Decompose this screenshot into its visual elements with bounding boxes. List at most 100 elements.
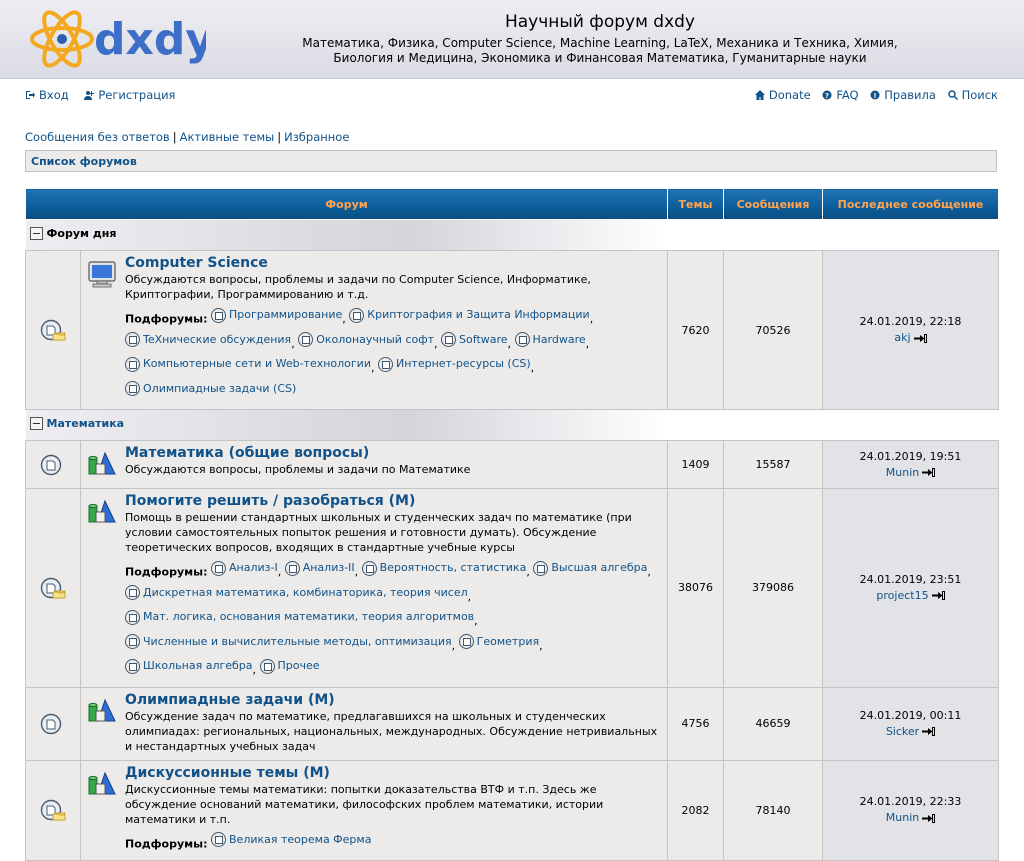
donate-link[interactable]: Donate bbox=[754, 88, 811, 102]
goto-last-post-icon[interactable] bbox=[931, 591, 945, 601]
topic-count: 4756 bbox=[667, 686, 724, 761]
category-title[interactable]: Форум дня bbox=[47, 227, 117, 240]
subforum-link[interactable]: Интернет-ресурсы (CS) bbox=[396, 354, 531, 374]
subforum-link[interactable]: Школьная алгебра bbox=[143, 656, 253, 676]
subforum-icon bbox=[458, 634, 474, 649]
forum-info: Дискуссионные темы (М) Дискуссионные темы… bbox=[80, 759, 668, 861]
subforum-link[interactable]: TeXнические обсуждения bbox=[143, 330, 291, 350]
subforum-icon bbox=[211, 307, 226, 323]
forum-title-link[interactable]: Дискуссионные темы (М) bbox=[125, 765, 661, 781]
forum-index-link[interactable]: Список форумов bbox=[31, 155, 137, 168]
subforum-item: Компьютерные сети и Web-технологии bbox=[125, 354, 371, 374]
rules-link[interactable]: ! Правила bbox=[870, 88, 936, 102]
subforum-icon bbox=[125, 356, 140, 372]
login-link[interactable]: Вход bbox=[25, 88, 69, 102]
forum-title-link[interactable]: Олимпиадные задачи (М) bbox=[125, 692, 661, 708]
forum-title-link[interactable]: Помогите решить / разобраться (М) bbox=[125, 493, 661, 509]
home-icon bbox=[754, 90, 765, 100]
col-forum: Форум bbox=[25, 188, 668, 220]
forum-title-link[interactable]: Математика (общие вопросы) bbox=[125, 445, 470, 461]
post-count: 379086 bbox=[723, 488, 823, 688]
forum-status bbox=[25, 488, 81, 688]
subforum-icon bbox=[211, 832, 226, 847]
subforums-label: Подфорумы: bbox=[125, 837, 208, 850]
last-post-user[interactable]: project15 bbox=[876, 589, 928, 602]
subforum-link[interactable]: Анализ-II bbox=[303, 558, 355, 578]
category-header: Форум дня bbox=[25, 219, 668, 251]
math-shapes-icon bbox=[88, 451, 116, 475]
subforum-link[interactable]: Высшая алгебра bbox=[551, 558, 647, 578]
forum-info: Математика (общие вопросы) Обсуждаются во… bbox=[80, 440, 668, 489]
subforum-item: TeXнические обсуждения bbox=[125, 330, 291, 350]
goto-last-post-icon[interactable] bbox=[913, 333, 927, 343]
help-icon: ? bbox=[822, 90, 832, 100]
site-logo[interactable]: dxdy bbox=[26, 6, 206, 72]
subforum-link[interactable]: Околонаучный софт bbox=[316, 330, 434, 350]
favorites-link[interactable]: Избранное bbox=[284, 130, 349, 144]
info-icon: ! bbox=[870, 90, 880, 100]
last-post-user[interactable]: akj bbox=[894, 331, 910, 344]
forum-row: Computer Science Обсуждаются вопросы, про… bbox=[25, 250, 999, 410]
unanswered-link[interactable]: Сообщения без ответов bbox=[25, 130, 170, 144]
search-icon bbox=[947, 90, 958, 100]
collapse-icon[interactable] bbox=[29, 227, 43, 240]
goto-last-post-icon[interactable] bbox=[922, 468, 936, 477]
subforum-link[interactable]: Великая теорема Ферма bbox=[229, 830, 371, 850]
subforum-link[interactable]: Hardware bbox=[533, 330, 586, 350]
subforum-link[interactable]: Численные и вычислительные методы, оптим… bbox=[143, 632, 452, 652]
last-post-user[interactable]: Munin bbox=[886, 466, 919, 479]
svg-text:?: ? bbox=[825, 92, 829, 100]
category-header: Математика bbox=[25, 409, 668, 441]
goto-last-post-icon[interactable] bbox=[922, 727, 936, 736]
subforum-link[interactable]: Software bbox=[459, 330, 508, 350]
faq-link[interactable]: ? FAQ bbox=[822, 88, 859, 102]
last-post-date: 24.01.2019, 19:51 bbox=[859, 449, 962, 463]
subforum-icon bbox=[533, 560, 549, 576]
math-shapes-icon bbox=[88, 771, 116, 794]
last-post-date: 24.01.2019, 00:11 bbox=[859, 708, 962, 722]
forum-description: Дискуссионные темы математики: попытки д… bbox=[125, 782, 604, 826]
forum-folder-subforums-icon bbox=[40, 799, 66, 821]
last-post-date: 24.01.2019, 22:18 bbox=[859, 315, 962, 328]
collapse-icon[interactable] bbox=[29, 417, 43, 430]
subforum-link[interactable]: Дискретная математика, комбинаторика, те… bbox=[143, 583, 468, 603]
forum-folder-icon bbox=[40, 454, 66, 476]
forum-status bbox=[25, 759, 81, 861]
subforum-link[interactable]: Программирование bbox=[229, 305, 342, 325]
atom-icon bbox=[30, 10, 94, 68]
last-post-user[interactable]: Sicker bbox=[886, 725, 919, 738]
subforum-link[interactable]: Криптография и Защита Информации bbox=[367, 305, 589, 325]
active-topics-link[interactable]: Активные темы bbox=[180, 130, 275, 144]
forum-info: Помогите решить / разобраться (М) Помощь … bbox=[80, 488, 668, 688]
subforum-item: Геометрия bbox=[458, 632, 539, 652]
subforum-link[interactable]: Компьютерные сети и Web-технологии bbox=[143, 354, 371, 374]
category-title[interactable]: Математика bbox=[47, 417, 125, 430]
subforum-item: Вероятность, статистика bbox=[361, 558, 527, 578]
subforum-icon bbox=[377, 356, 393, 372]
subforum-link[interactable]: Вероятность, статистика bbox=[380, 558, 527, 578]
forum-title-link[interactable]: Computer Science bbox=[125, 255, 661, 271]
last-post-user[interactable]: Munin bbox=[886, 811, 919, 824]
topic-count: 7620 bbox=[667, 250, 724, 410]
subforum-icon bbox=[284, 560, 300, 576]
subforum-link[interactable]: Геометрия bbox=[477, 632, 539, 652]
forum-row: Дискуссионные темы (М) Дискуссионные темы… bbox=[25, 759, 999, 861]
forum-status bbox=[25, 250, 81, 410]
register-link[interactable]: Регистрация bbox=[84, 88, 175, 102]
search-link[interactable]: Поиск bbox=[947, 88, 998, 102]
site-subtitle: Математика, Физика, Computer Science, Ma… bbox=[302, 36, 898, 65]
subforum-list: Подфорумы: Великая теорема Ферма bbox=[125, 830, 661, 855]
topic-count: 2082 bbox=[667, 759, 724, 861]
col-topics: Темы bbox=[667, 188, 724, 220]
goto-last-post-icon[interactable] bbox=[922, 813, 936, 823]
svg-text:dxdy: dxdy bbox=[94, 14, 206, 65]
forum-row: Олимпиадные задачи (М) Обсуждение задач п… bbox=[25, 686, 999, 761]
subforum-link[interactable]: Олимпиадные задачи (CS) bbox=[143, 379, 296, 399]
site-title: Научный форум dxdy bbox=[504, 12, 695, 32]
breadcrumb: Список форумов bbox=[25, 150, 997, 172]
forum-description: Помощь в решении стандартных школьных и … bbox=[125, 511, 632, 554]
subforum-link[interactable]: Анализ-I bbox=[229, 558, 278, 578]
subforum-link[interactable]: Прочее bbox=[278, 656, 320, 676]
subforum-link[interactable]: Мат. логика, основания математики, теори… bbox=[143, 607, 474, 627]
forum-table: Форум Темы Сообщения Последнее сообщение… bbox=[25, 188, 999, 861]
